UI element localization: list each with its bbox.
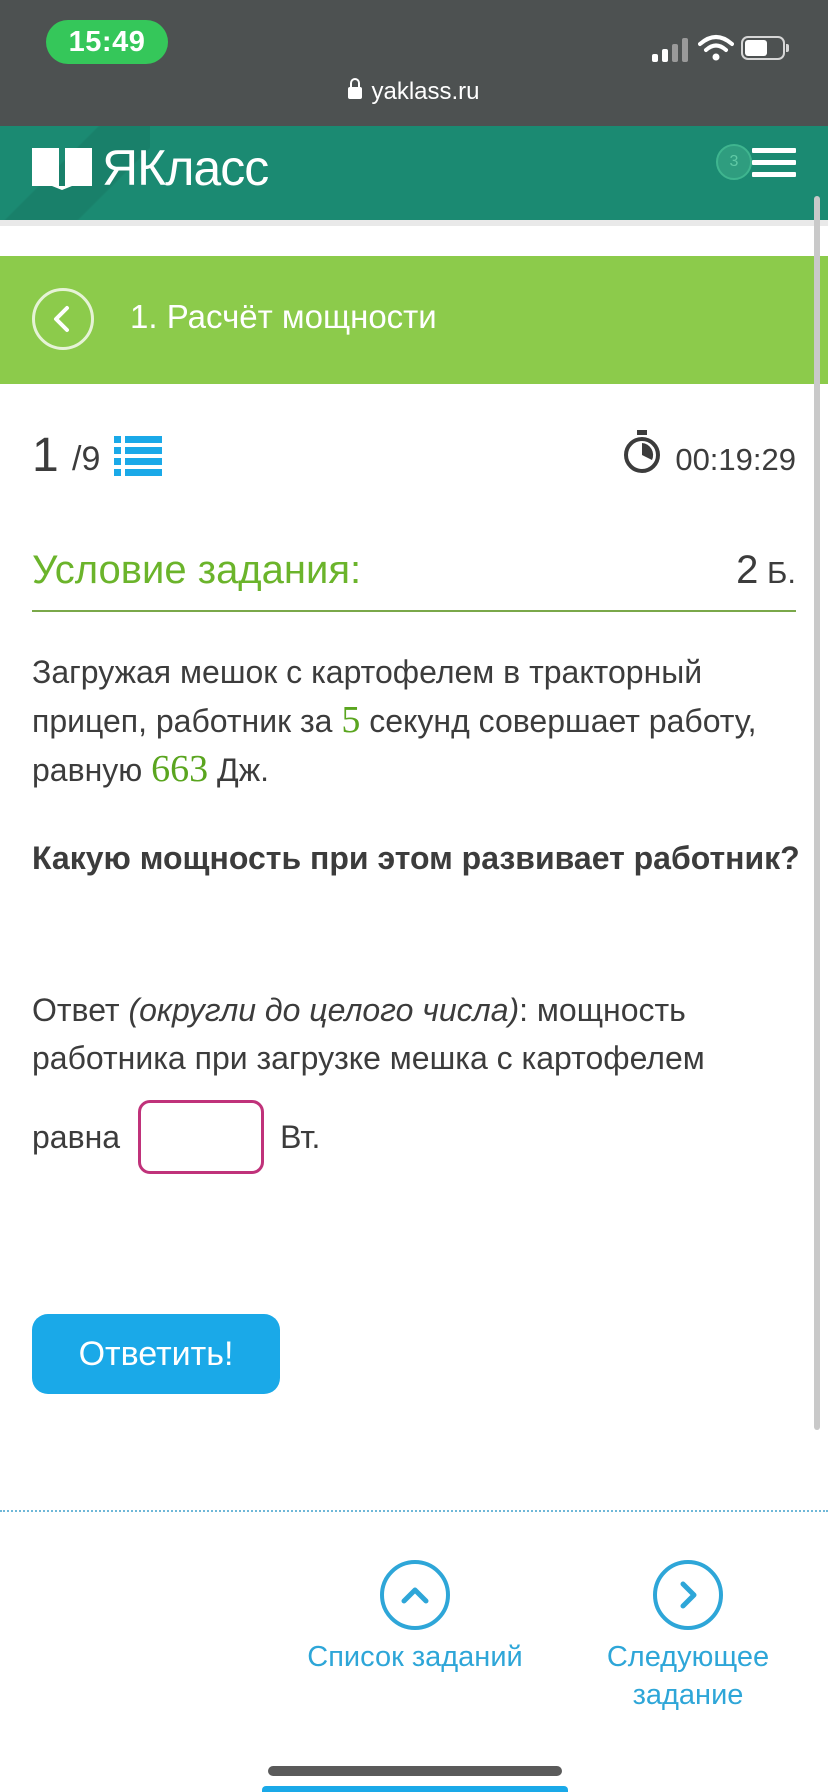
next-task-label-2: задание [632, 1679, 744, 1711]
unit-label: Вт. [280, 1118, 321, 1155]
chevron-up-circle-icon [380, 1560, 450, 1630]
task-counter-current: 1 [32, 429, 59, 482]
notification-badge[interactable]: 3 [716, 144, 752, 180]
chevron-left-icon [54, 306, 69, 332]
lock-icon [348, 78, 363, 99]
timer-value: 00:19:29 [675, 442, 796, 477]
progress-row: 1 /9 00:19:29 [32, 428, 796, 488]
bottom-divider [0, 1510, 828, 1512]
task-list-icon[interactable] [114, 434, 162, 476]
back-button[interactable] [32, 288, 94, 350]
submit-answer-button[interactable]: Ответить! [32, 1314, 280, 1394]
next-task-button[interactable]: Следующее задание [590, 1560, 786, 1714]
stopwatch-icon [624, 430, 660, 473]
rounding-hint: (округли до целого числа) [128, 992, 520, 1028]
battery-icon [741, 36, 789, 60]
answer-input[interactable] [138, 1100, 265, 1174]
task-counter-total: /9 [72, 440, 101, 478]
answer-prompt: Ответ (округли до целого числа): мощност… [32, 992, 705, 1076]
work-value: 663 [151, 748, 209, 790]
points-unit: Б. [758, 555, 796, 590]
condition-divider [32, 610, 796, 612]
scrollbar[interactable] [814, 196, 820, 1430]
signal-icon [652, 38, 690, 62]
topic-title: 1. Расчёт мощности [130, 298, 437, 335]
clock: 15:49 [46, 20, 168, 64]
home-indicator [268, 1766, 562, 1776]
url-text: yaklass.ru [371, 78, 480, 105]
task-list-label: Список заданий [307, 1641, 523, 1673]
book-logo-icon [32, 148, 92, 190]
address-bar[interactable]: yaklass.ru [0, 78, 828, 106]
task-question: Какую мощность при этом развивает работн… [32, 840, 800, 876]
wifi-icon [698, 35, 734, 61]
equals-label: равна [32, 1118, 121, 1155]
task-points: 2 Б. [736, 548, 796, 593]
condition-title: Условие задания: [32, 548, 362, 592]
site-logo[interactable]: ЯКласс [32, 140, 269, 196]
site-header: ЯКласс 3 [0, 126, 828, 220]
time-value: 5 [341, 699, 361, 741]
task-list-button[interactable]: Список заданий [300, 1560, 530, 1676]
answer-line: равна Вт. [32, 1100, 320, 1174]
chevron-right-icon [680, 1581, 697, 1609]
topic-bar: 1. Расчёт мощности [0, 256, 828, 384]
hamburger-menu-icon[interactable] [752, 148, 796, 182]
task-statement: Загружая мешок с картофелем в тракторный… [32, 654, 757, 790]
next-task-label-1: Следующее [606, 1641, 770, 1673]
points-value: 2 [736, 548, 759, 592]
chevron-right-circle-icon [653, 1560, 723, 1630]
chevron-up-icon [401, 1587, 429, 1604]
logo-text: ЯКласс [102, 140, 269, 196]
status-bar: 15:49 yaklass.ru [0, 0, 828, 126]
